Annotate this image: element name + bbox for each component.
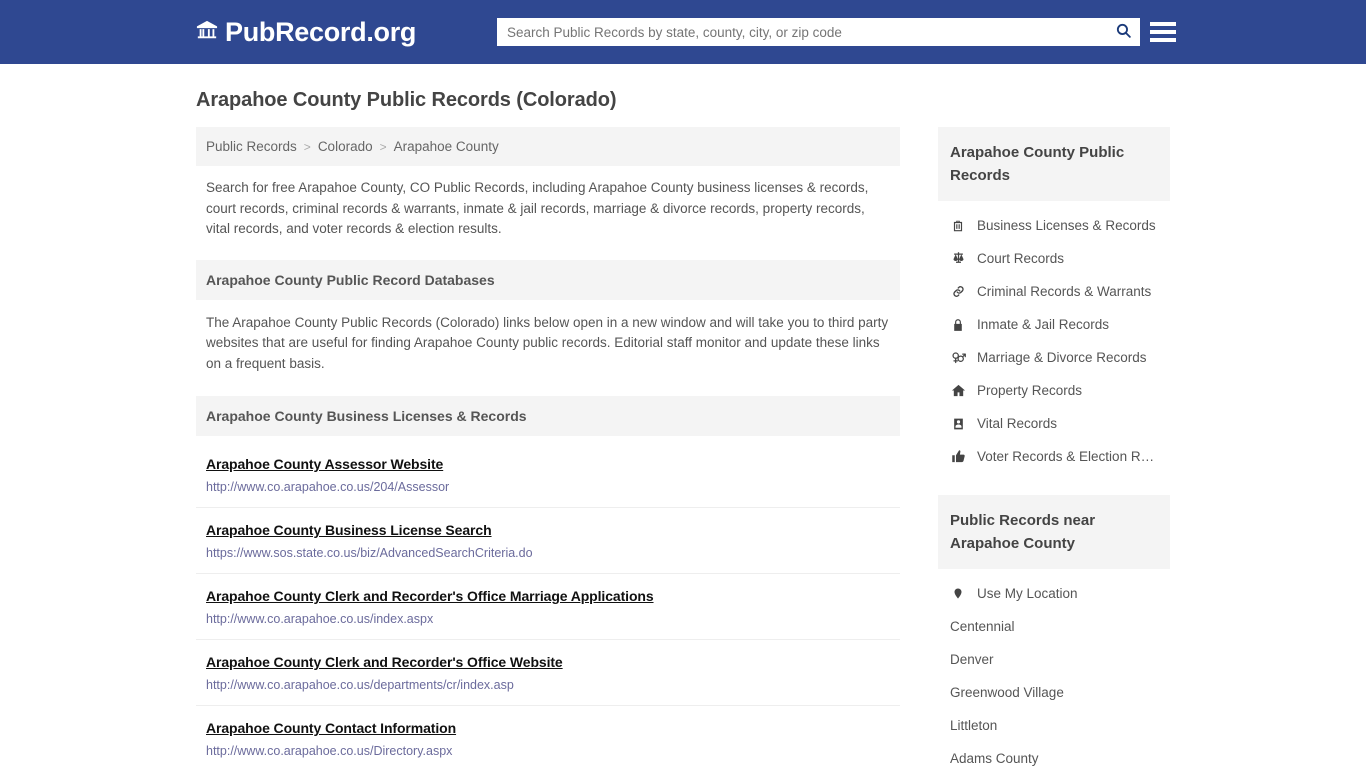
sidebar-item-label: Greenwood Village	[950, 685, 1064, 700]
sidebar-item-label: Use My Location	[977, 586, 1078, 601]
sidebar-item-court-records[interactable]: Court Records	[938, 242, 1170, 275]
sidebar-nearby-list: Use My Location Centennial Denver Greenw…	[938, 569, 1170, 768]
bank-icon	[196, 19, 218, 46]
result-link-title[interactable]: Arapahoe County Contact Information	[206, 720, 456, 736]
page-title: Arapahoe County Public Records (Colorado…	[196, 89, 617, 111]
list-item: Arapahoe County Business License Search …	[196, 507, 900, 573]
section-header-databases: Arapahoe County Public Record Databases	[196, 259, 900, 300]
result-link-url: http://www.co.arapahoe.co.us/Directory.a…	[206, 744, 453, 758]
sidebar-records-list: Business Licenses & Records Court Record…	[938, 201, 1170, 473]
breadcrumb-separator: >	[303, 139, 311, 154]
sidebar-item-marriage-divorce-records[interactable]: Marriage & Divorce Records	[938, 341, 1170, 374]
home-icon	[950, 383, 966, 398]
page-container: Arapahoe County Public Records (Colorado…	[0, 89, 1366, 768]
hamburger-menu-icon	[1150, 38, 1176, 42]
sidebar-item-vital-records[interactable]: Vital Records	[938, 407, 1170, 440]
result-link-title[interactable]: Arapahoe County Assessor Website	[206, 456, 443, 472]
result-link-title[interactable]: Arapahoe County Clerk and Recorder's Off…	[206, 588, 654, 604]
sidebar-item-property-records[interactable]: Property Records	[938, 374, 1170, 407]
balance-scale-icon	[950, 251, 966, 266]
sidebar-item-label: Vital Records	[977, 416, 1058, 431]
result-link-title[interactable]: Arapahoe County Business License Search	[206, 522, 492, 538]
search-bar[interactable]	[497, 18, 1140, 46]
hamburger-menu-icon	[1150, 30, 1176, 34]
brand-name: PubRecord.org	[225, 16, 417, 47]
chain-link-icon	[950, 284, 966, 299]
breadcrumb-item-arapahoe-county[interactable]: Arapahoe County	[394, 139, 499, 154]
databases-paragraph: The Arapahoe County Public Records (Colo…	[206, 314, 889, 371]
sidebar: Arapahoe County Public Records Business …	[938, 127, 1170, 768]
site-logo-link[interactable]: PubRecord.org	[196, 17, 416, 48]
venus-mars-icon	[950, 350, 966, 365]
result-link-title[interactable]: Arapahoe County Clerk and Recorder's Off…	[206, 654, 563, 670]
search-button[interactable]	[1106, 18, 1140, 46]
sidebar-item-centennial[interactable]: Centennial	[938, 610, 1170, 643]
sidebar-item-label: Inmate & Jail Records	[977, 317, 1110, 332]
sidebar-item-inmate-jail-records[interactable]: Inmate & Jail Records	[938, 308, 1170, 341]
result-link-url: http://www.co.arapahoe.co.us/204/Assesso…	[206, 480, 450, 494]
sidebar-item-label: Criminal Records & Warrants	[977, 284, 1152, 299]
sidebar-item-label: Littleton	[950, 718, 998, 733]
briefcase-icon	[950, 219, 966, 233]
result-link-url: https://www.sos.state.co.us/biz/Advanced…	[206, 546, 533, 560]
sidebar-item-greenwood-village[interactable]: Greenwood Village	[938, 676, 1170, 709]
list-item: Arapahoe County Assessor Website http://…	[196, 440, 900, 507]
sidebar-panel-records: Arapahoe County Public Records Business …	[938, 127, 1170, 473]
list-item: Arapahoe County Clerk and Recorder's Off…	[196, 639, 900, 705]
result-link-url: http://www.co.arapahoe.co.us/departments…	[206, 678, 514, 692]
breadcrumb-separator: >	[379, 139, 387, 154]
sidebar-item-label: Business Licenses & Records	[977, 218, 1156, 233]
business-links-list: Arapahoe County Assessor Website http://…	[196, 440, 900, 768]
sidebar-panel-nearby-title: Public Records near Arapahoe County	[938, 495, 1170, 569]
content-columns: Public Records > Colorado > Arapahoe Cou…	[196, 127, 1170, 768]
intro-paragraph: Search for free Arapahoe County, CO Publ…	[206, 180, 869, 236]
sidebar-item-adams-county[interactable]: Adams County	[938, 742, 1170, 768]
id-badge-icon	[950, 417, 966, 431]
result-link-url: http://www.co.arapahoe.co.us/index.aspx	[206, 612, 434, 626]
sidebar-item-label: Adams County	[950, 751, 1039, 766]
sidebar-panel-nearby: Public Records near Arapahoe County Use …	[938, 495, 1170, 768]
sidebar-item-label: Court Records	[977, 251, 1065, 266]
breadcrumb: Public Records > Colorado > Arapahoe Cou…	[196, 127, 900, 166]
sidebar-item-label: Denver	[950, 652, 994, 667]
lock-icon	[950, 318, 966, 332]
search-input[interactable]	[497, 18, 1106, 46]
list-item: Arapahoe County Contact Information http…	[196, 705, 900, 768]
list-item: Arapahoe County Clerk and Recorder's Off…	[196, 573, 900, 639]
sidebar-item-business-licenses[interactable]: Business Licenses & Records	[938, 209, 1170, 242]
sidebar-item-label: Marriage & Divorce Records	[977, 350, 1147, 365]
map-marker-icon	[950, 586, 966, 601]
sidebar-item-label: Voter Records & Election R…	[977, 449, 1155, 464]
sidebar-panel-records-title: Arapahoe County Public Records	[938, 127, 1170, 201]
sidebar-item-littleton[interactable]: Littleton	[938, 709, 1170, 742]
breadcrumb-item-public-records[interactable]: Public Records	[206, 139, 297, 154]
hamburger-menu-button[interactable]	[1150, 19, 1176, 45]
hamburger-menu-icon	[1150, 22, 1176, 26]
sidebar-item-label: Property Records	[977, 383, 1083, 398]
main-column: Public Records > Colorado > Arapahoe Cou…	[196, 127, 900, 768]
site-header: PubRecord.org	[0, 0, 1366, 64]
sidebar-item-use-my-location[interactable]: Use My Location	[938, 577, 1170, 610]
thumbs-up-icon	[950, 449, 966, 464]
sidebar-item-denver[interactable]: Denver	[938, 643, 1170, 676]
search-icon	[1115, 22, 1132, 42]
sidebar-item-criminal-records[interactable]: Criminal Records & Warrants	[938, 275, 1170, 308]
breadcrumb-item-colorado[interactable]: Colorado	[318, 139, 373, 154]
section-header-business-licenses: Arapahoe County Business Licenses & Reco…	[196, 396, 900, 436]
sidebar-item-voter-records[interactable]: Voter Records & Election R…	[938, 440, 1170, 473]
sidebar-item-label: Centennial	[950, 619, 1015, 634]
